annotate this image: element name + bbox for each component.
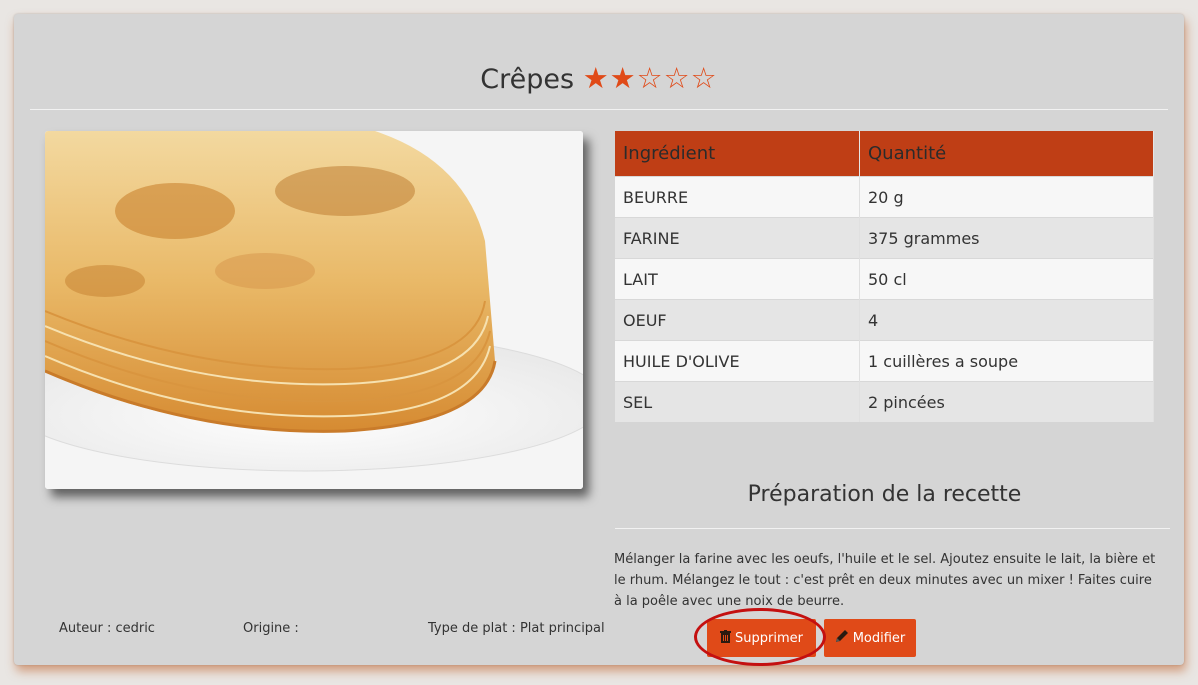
crepes-image xyxy=(45,131,583,489)
ingredient-cell: LAIT xyxy=(615,258,860,300)
recipe-card: Crêpes ★★☆☆☆ Ingrédient Quantité BEURRE … xyxy=(14,14,1184,666)
recipe-title-row: Crêpes ★★☆☆☆ xyxy=(14,61,1184,95)
ingredient-cell: SEL xyxy=(615,381,860,422)
origin-label: Origine : xyxy=(243,621,299,636)
quantity-cell: 20 g xyxy=(859,176,1154,218)
quantity-cell: 2 pincées xyxy=(859,381,1154,422)
edit-button-label: Modifier xyxy=(852,630,906,646)
edit-button[interactable]: Modifier xyxy=(824,619,916,657)
quantity-cell: 1 cuillères a soupe xyxy=(859,340,1154,382)
title-divider xyxy=(30,109,1168,110)
pencil-icon xyxy=(835,629,849,647)
ingredient-cell: HUILE D'OLIVE xyxy=(615,340,860,382)
recipe-title: Crêpes xyxy=(480,64,575,95)
preparation-divider xyxy=(615,528,1170,529)
highlight-circle xyxy=(694,608,826,666)
table-header-row: Ingrédient Quantité xyxy=(615,131,1154,177)
ingredient-cell: OEUF xyxy=(615,299,860,341)
preparation-text: Mélanger la farine avec les oeufs, l'hui… xyxy=(614,552,1156,609)
ingredients-table: Ingrédient Quantité BEURRE 20 g FARINE 3… xyxy=(615,131,1154,422)
quantity-cell: 4 xyxy=(859,299,1154,341)
recipe-photo xyxy=(45,131,583,489)
preparation-title: Préparation de la recette xyxy=(747,482,1022,507)
ingredient-cell: FARINE xyxy=(615,217,860,259)
table-row: BEURRE 20 g xyxy=(615,176,1154,218)
quantity-cell: 375 grammes xyxy=(859,217,1154,259)
table-row: FARINE 375 grammes xyxy=(615,217,1154,259)
author-label: Auteur : cedric xyxy=(59,621,155,636)
dish-type-label: Type de plat : Plat principal xyxy=(428,621,605,636)
table-row: HUILE D'OLIVE 1 cuillères a soupe xyxy=(615,340,1154,382)
ingredient-cell: BEURRE xyxy=(615,176,860,218)
ingredient-column-header: Ingrédient xyxy=(615,131,860,177)
quantity-cell: 50 cl xyxy=(859,258,1154,300)
table-row: OEUF 4 xyxy=(615,299,1154,341)
table-row: SEL 2 pincées xyxy=(615,381,1154,422)
rating-stars: ★★☆☆☆ xyxy=(582,61,718,95)
table-row: LAIT 50 cl xyxy=(615,258,1154,300)
quantity-column-header: Quantité xyxy=(859,131,1154,177)
